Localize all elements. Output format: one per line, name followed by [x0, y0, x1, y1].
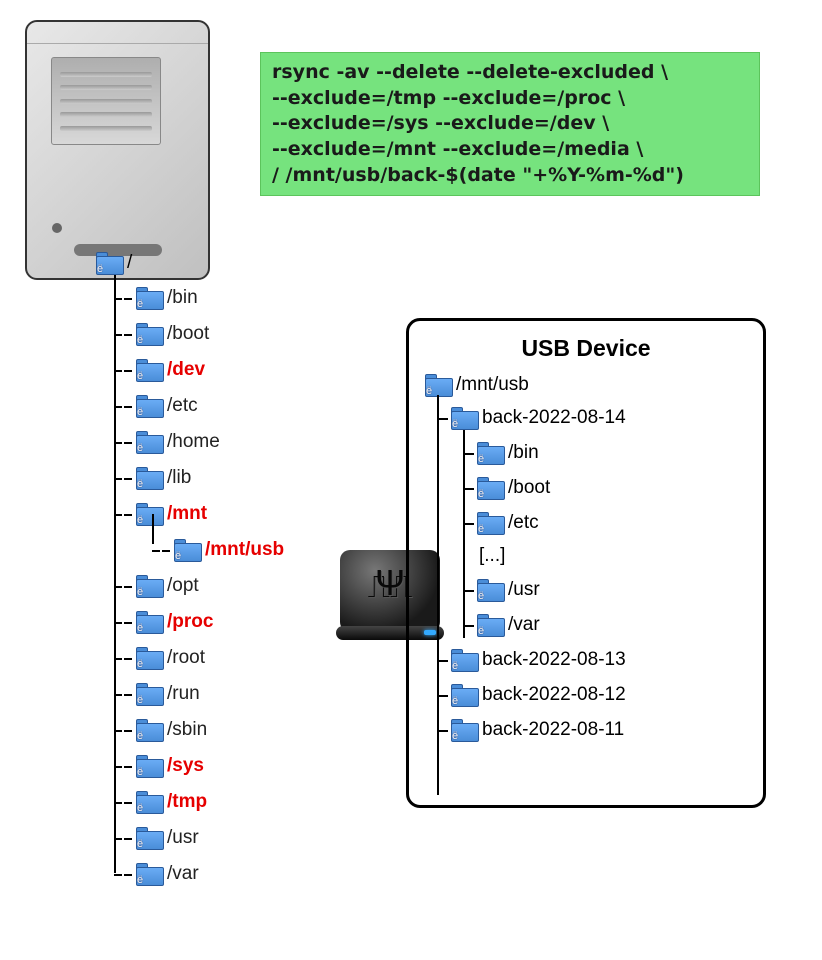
tree-item: ë/usr: [136, 820, 284, 856]
backup-label: back-2022-08-12: [482, 684, 626, 706]
backup-subdir: ë/bin: [477, 435, 747, 470]
panel-title: USB Device: [425, 335, 747, 362]
tree-label: /dev: [167, 359, 205, 381]
tree-item: ë/opt: [136, 568, 284, 604]
folder-icon: ë: [136, 863, 162, 885]
folder-icon: ë: [136, 683, 162, 705]
cmd-line: --exclude=/tmp --exclude=/proc \: [272, 86, 748, 112]
tree-label: /tmp: [167, 791, 207, 813]
folder-icon: ë: [477, 477, 503, 499]
dir-label: /etc: [508, 512, 539, 534]
tree-label: /proc: [167, 611, 213, 633]
tree-label: /boot: [167, 323, 209, 345]
folder-icon: ë: [136, 323, 162, 345]
tree-item: ë/run: [136, 676, 284, 712]
folder-icon: ë: [136, 827, 162, 849]
tree-label: /opt: [167, 575, 199, 597]
tree-label: /sbin: [167, 719, 207, 741]
backup-subdir: ë/var: [477, 607, 747, 642]
folder-icon: ë: [451, 407, 477, 429]
source-filesystem-tree: ë / ë/binë/bootë/devë/etcë/homeë/libë/mn…: [96, 252, 284, 892]
root-label: /: [127, 252, 132, 274]
folder-icon: ë: [136, 755, 162, 777]
tree-label: /etc: [167, 395, 198, 417]
tree-label: /root: [167, 647, 205, 669]
usb-root-label: /mnt/usb: [456, 374, 529, 396]
backup-subdir: ë/usr: [477, 572, 747, 607]
tree-item: ë/lib: [136, 460, 284, 496]
cmd-line: --exclude=/sys --exclude=/dev \: [272, 111, 748, 137]
tree-item: ë/sbin: [136, 712, 284, 748]
folder-icon: ë: [425, 374, 451, 396]
folder-icon: ë: [136, 287, 162, 309]
ellipsis: [...]: [479, 540, 747, 572]
tree-item: ë/boot: [136, 316, 284, 352]
tree-item: ë/home: [136, 424, 284, 460]
backup-label: back-2022-08-14: [482, 407, 626, 429]
tree-item: ë/mnt/usb: [174, 532, 284, 568]
backup-folder: ëback-2022-08-13: [451, 642, 747, 677]
folder-icon: ë: [136, 431, 162, 453]
server-tower: [25, 20, 210, 280]
folder-icon: ë: [136, 791, 162, 813]
tree-label: /run: [167, 683, 200, 705]
backup-subdir: ë/boot: [477, 470, 747, 505]
folder-icon: ë: [451, 719, 477, 741]
tree-item: ë/bin: [136, 280, 284, 316]
tree-item: ë/var: [136, 856, 284, 892]
tree-label: /mnt/usb: [205, 539, 284, 561]
tree-label: /mnt: [167, 503, 207, 525]
backup-folder: ëback-2022-08-14: [451, 400, 747, 435]
folder-icon: ë: [136, 359, 162, 381]
backup-folder: ëback-2022-08-12: [451, 677, 747, 712]
tree-label: /sys: [167, 755, 204, 777]
folder-icon: ë: [136, 719, 162, 741]
folder-icon: ë: [477, 614, 503, 636]
folder-icon: ë: [136, 611, 162, 633]
dir-label: /usr: [508, 579, 540, 601]
tree-label: /home: [167, 431, 220, 453]
power-button-icon: [52, 223, 62, 233]
folder-icon: ë: [477, 579, 503, 601]
tree-item: ë/etc: [136, 388, 284, 424]
server-body: [25, 20, 210, 280]
dir-label: /boot: [508, 477, 550, 499]
cmd-line: / /mnt/usb/back-$(date "+%Y-%m-%d"): [272, 163, 748, 189]
folder-icon: ë: [136, 503, 162, 525]
cmd-line: rsync -av --delete --delete-excluded \: [272, 60, 748, 86]
tree-label: /var: [167, 863, 199, 885]
folder-icon: ë: [174, 539, 200, 561]
dir-label: /bin: [508, 442, 539, 464]
usb-root: ë /mnt/usb: [425, 374, 747, 396]
tree-item: ë/mnt: [136, 496, 284, 532]
usb-device-panel: USB Device ë /mnt/usb ëback-2022-08-14ë/…: [406, 318, 766, 808]
dir-label: /var: [508, 614, 540, 636]
folder-icon: ë: [451, 684, 477, 706]
folder-icon: ë: [477, 512, 503, 534]
folder-icon: ë: [136, 575, 162, 597]
tree-item: ë/dev: [136, 352, 284, 388]
folder-icon: ë: [477, 442, 503, 464]
tree-item: ë/sys: [136, 748, 284, 784]
tree-item: ë/root: [136, 640, 284, 676]
drive-bays: [51, 57, 161, 145]
backup-label: back-2022-08-11: [482, 719, 624, 741]
tree-root: ë /: [96, 252, 284, 274]
folder-icon: ë: [136, 395, 162, 417]
rsync-command: rsync -av --delete --delete-excluded \ -…: [260, 52, 760, 196]
folder-icon: ë: [136, 467, 162, 489]
tree-label: /usr: [167, 827, 199, 849]
backup-label: back-2022-08-13: [482, 649, 626, 671]
tree-item: ë/proc: [136, 604, 284, 640]
tree-label: /lib: [167, 467, 191, 489]
backup-subdir: ë/etc: [477, 505, 747, 540]
folder-icon: ë: [136, 647, 162, 669]
tree-label: /bin: [167, 287, 198, 309]
backup-folder: ëback-2022-08-11: [451, 712, 747, 747]
cmd-line: --exclude=/mnt --exclude=/media \: [272, 137, 748, 163]
tree-item: ë/tmp: [136, 784, 284, 820]
folder-icon: ë: [451, 649, 477, 671]
folder-icon: ë: [96, 252, 122, 274]
